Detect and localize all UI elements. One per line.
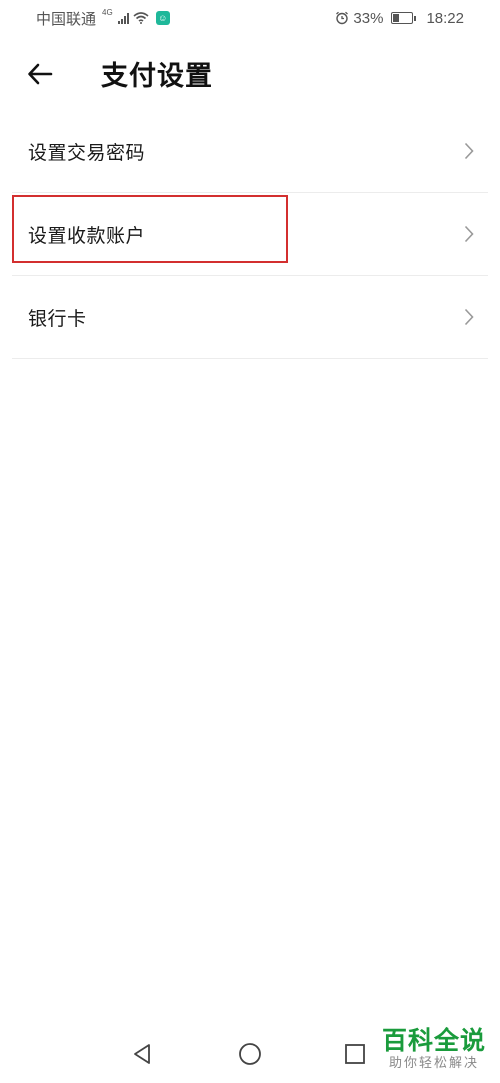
arrow-left-icon <box>28 63 53 85</box>
status-left: 中国联通 4G ☺ <box>36 8 170 29</box>
app-notification-icon: ☺ <box>155 11 170 25</box>
page-title: 支付设置 <box>101 61 213 91</box>
carrier-name: 中国联通 <box>36 10 97 28</box>
list-item-label: 银行卡 <box>28 308 87 330</box>
wifi-icon <box>133 12 149 24</box>
clock-time: 18:22 <box>426 9 464 27</box>
nav-back-button[interactable] <box>128 1039 158 1069</box>
list-item-label: 设置交易密码 <box>28 142 146 164</box>
signal-icon <box>117 12 129 24</box>
list-item-transaction-password[interactable]: 设置交易密码 <box>12 110 488 193</box>
watermark-main-text: 百科全说 <box>381 1027 486 1055</box>
chevron-right-icon <box>464 142 474 160</box>
alarm-icon <box>335 11 349 25</box>
chevron-right-icon <box>464 225 474 243</box>
list-item-bank-card[interactable]: 银行卡 <box>12 276 488 359</box>
chevron-right-icon <box>464 308 474 326</box>
screen: 中国联通 4G ☺ 33% 18:22 支付设置 设置交易密码 设置收款账户 银… <box>0 0 500 1083</box>
watermark-sub-text: 助你轻松解决 <box>388 1055 479 1070</box>
battery-icon <box>391 12 417 24</box>
list-item-receiving-account[interactable]: 设置收款账户 <box>12 193 488 276</box>
nav-recent-button[interactable] <box>340 1039 370 1069</box>
nav-home-button[interactable] <box>235 1039 265 1069</box>
triangle-back-icon <box>134 1044 150 1064</box>
watermark-logo: 百科全说 助你轻松解决 <box>382 1027 486 1071</box>
back-button[interactable] <box>22 56 58 92</box>
circle-home-icon <box>239 1043 261 1065</box>
status-bar: 中国联通 4G ☺ 33% 18:22 <box>0 0 500 36</box>
status-right: 33% 18:22 <box>335 10 464 27</box>
battery-percent: 33% <box>353 9 384 27</box>
network-type-badge: 4G <box>102 8 113 17</box>
list-item-label: 设置收款账户 <box>28 225 146 247</box>
settings-list: 设置交易密码 设置收款账户 银行卡 <box>12 110 488 359</box>
square-recent-icon <box>345 1044 365 1064</box>
app-header: 支付设置 <box>0 40 500 108</box>
